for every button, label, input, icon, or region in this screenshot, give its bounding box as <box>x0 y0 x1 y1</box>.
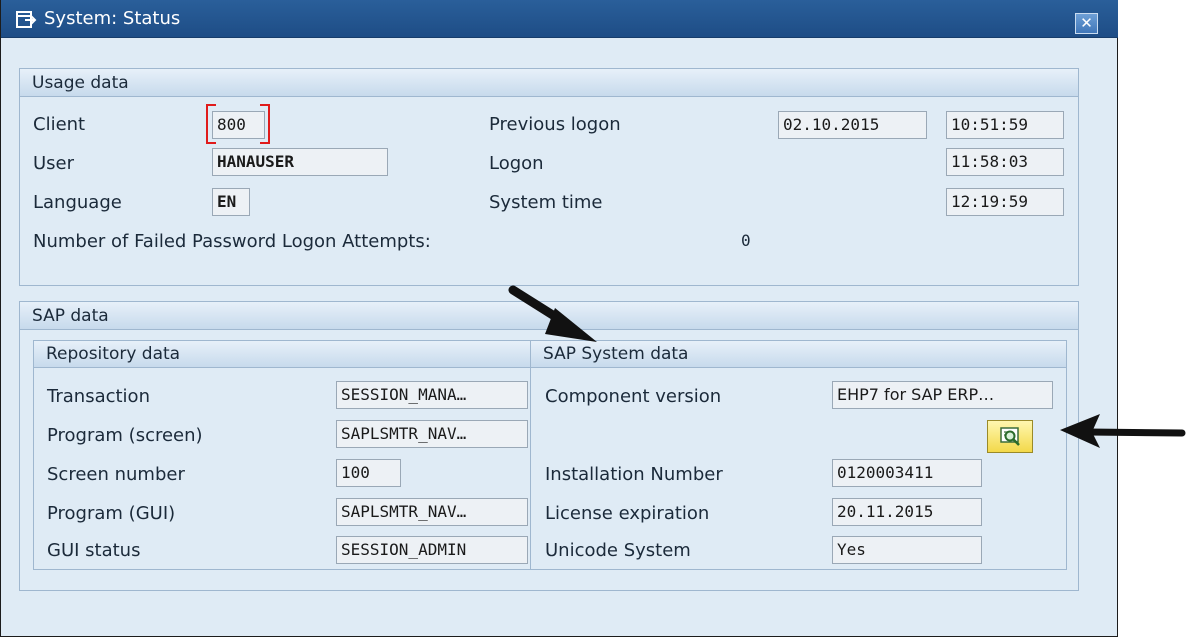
program-screen-label: Program (screen) <box>47 425 203 446</box>
language-field[interactable]: EN <box>212 188 250 216</box>
program-screen-field[interactable]: SAPLSMTR_NAV… <box>336 420 528 448</box>
installation-number-label: Installation Number <box>545 464 723 485</box>
close-icon: ✕ <box>1080 14 1093 32</box>
window-title: System: Status <box>44 8 181 29</box>
program-gui-field[interactable]: SAPLSMTR_NAV… <box>336 498 528 526</box>
program-gui-label: Program (GUI) <box>47 503 176 524</box>
magnifier-details-icon <box>1000 427 1020 446</box>
unicode-system-label: Unicode System <box>545 540 691 561</box>
usage-data-header: Usage data <box>20 69 1078 97</box>
previous-logon-date-field[interactable]: 02.10.2015 <box>778 111 927 139</box>
language-label: Language <box>33 192 122 213</box>
screen-number-label: Screen number <box>47 464 185 485</box>
sap-system-data-group <box>530 340 1067 570</box>
license-expiration-field[interactable]: 20.11.2015 <box>832 498 982 526</box>
close-button[interactable]: ✕ <box>1075 13 1098 34</box>
system-time-label: System time <box>489 192 603 213</box>
sap-system-data-header: SAP System data <box>531 341 1066 368</box>
client-focus-marker <box>206 104 270 144</box>
gui-status-field[interactable]: SESSION_ADMIN <box>336 536 528 564</box>
failed-logon-value: 0 <box>741 231 751 250</box>
license-expiration-label: License expiration <box>545 503 710 524</box>
installation-number-field[interactable]: 0120003411 <box>832 459 982 487</box>
transaction-label: Transaction <box>47 386 150 407</box>
user-label: User <box>33 153 75 174</box>
arrow-icon-left <box>1060 414 1186 448</box>
previous-logon-time-field[interactable]: 10:51:59 <box>946 111 1064 139</box>
component-details-button[interactable] <box>987 420 1033 453</box>
unicode-system-field[interactable]: Yes <box>832 536 982 564</box>
failed-logon-row: Number of Failed Password Logon Attempts… <box>33 231 773 257</box>
component-version-field[interactable]: EHP7 for SAP ERP… <box>832 381 1053 409</box>
screen-number-field[interactable]: 100 <box>336 459 401 487</box>
failed-logon-label: Number of Failed Password Logon Attempts… <box>33 231 431 252</box>
logon-time-field[interactable]: 11:58:03 <box>946 148 1064 176</box>
previous-logon-label: Previous logon <box>489 114 621 135</box>
gui-status-label: GUI status <box>47 540 141 561</box>
component-version-label: Component version <box>545 386 722 407</box>
repository-data-header: Repository data <box>34 341 530 368</box>
window-icon <box>16 11 37 28</box>
logon-label: Logon <box>489 153 544 174</box>
client-label: Client <box>33 114 86 135</box>
arrow-icon-down-right <box>508 285 597 342</box>
system-time-field[interactable]: 12:19:59 <box>946 188 1064 216</box>
transaction-field[interactable]: SESSION_MANA… <box>336 381 528 409</box>
user-field[interactable]: HANAUSER <box>212 148 388 176</box>
